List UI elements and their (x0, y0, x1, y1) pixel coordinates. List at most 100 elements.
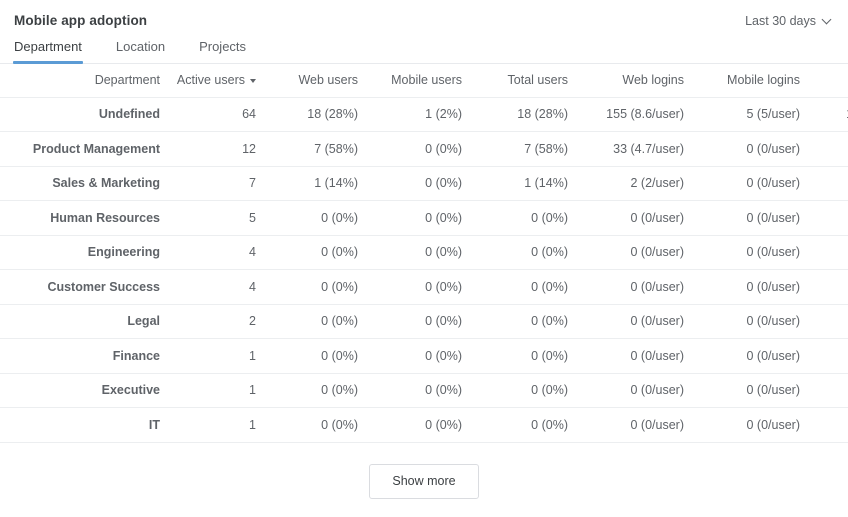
cell-web-users: 18 (28%) (256, 97, 358, 132)
table-row[interactable]: Undefined6418 (28%)1 (2%)18 (28%)155 (8.… (0, 97, 848, 132)
cell-department: Sales & Marketing (0, 166, 160, 201)
cell-web-users: 0 (0%) (256, 304, 358, 339)
cell-web-users: 0 (0%) (256, 408, 358, 443)
cell-active-users: 12 (160, 132, 256, 167)
column-header-mobile-logins[interactable]: Mobile logins (684, 64, 800, 97)
cell-mobile-users: 0 (0%) (358, 408, 462, 443)
cell-mobile-logins: 0 (0/user) (684, 373, 800, 408)
chevron-down-icon (823, 15, 832, 24)
cell-total-users: 0 (0%) (462, 339, 568, 374)
column-header-mobile-users[interactable]: Mobile users (358, 64, 462, 97)
cell-total-logins: 0 (0/user) (800, 270, 848, 305)
column-header-total-users[interactable]: Total users (462, 64, 568, 97)
cell-total-users: 0 (0%) (462, 270, 568, 305)
table-row[interactable]: Human Resources50 (0%)0 (0%)0 (0%)0 (0/u… (0, 201, 848, 236)
table-body: Undefined6418 (28%)1 (2%)18 (28%)155 (8.… (0, 97, 848, 442)
table-row[interactable]: Legal20 (0%)0 (0%)0 (0%)0 (0/user)0 (0/u… (0, 304, 848, 339)
cell-total-users: 1 (14%) (462, 166, 568, 201)
cell-total-logins: 0 (0/user) (800, 235, 848, 270)
cell-department: Undefined (0, 97, 160, 132)
cell-web-users: 7 (58%) (256, 132, 358, 167)
table-row[interactable]: Finance10 (0%)0 (0%)0 (0%)0 (0/user)0 (0… (0, 339, 848, 374)
tab-department[interactable]: Department (14, 39, 82, 63)
cell-total-logins: 33 (4.7/user) (800, 132, 848, 167)
table-row[interactable]: Executive10 (0%)0 (0%)0 (0%)0 (0/user)0 … (0, 373, 848, 408)
cell-total-users: 0 (0%) (462, 304, 568, 339)
card-header: Mobile app adoption Last 30 days (0, 0, 848, 36)
cell-mobile-logins: 0 (0/user) (684, 201, 800, 236)
cell-mobile-users: 1 (2%) (358, 97, 462, 132)
cell-web-logins: 0 (0/user) (568, 373, 684, 408)
cell-total-users: 18 (28%) (462, 97, 568, 132)
cell-total-logins: 0 (0/user) (800, 408, 848, 443)
cell-mobile-logins: 0 (0/user) (684, 304, 800, 339)
cell-department: IT (0, 408, 160, 443)
cell-web-users: 0 (0%) (256, 339, 358, 374)
cell-department: Executive (0, 373, 160, 408)
cell-web-users: 0 (0%) (256, 201, 358, 236)
cell-total-logins: 2 (2/user) (800, 166, 848, 201)
cell-total-users: 0 (0%) (462, 373, 568, 408)
cell-total-users: 0 (0%) (462, 235, 568, 270)
cell-mobile-users: 0 (0%) (358, 373, 462, 408)
cell-total-logins: 0 (0/user) (800, 201, 848, 236)
cell-web-logins: 155 (8.6/user) (568, 97, 684, 132)
cell-total-logins: 0 (0/user) (800, 373, 848, 408)
column-header-active-users-label: Active users (177, 73, 245, 87)
column-header-web-users[interactable]: Web users (256, 64, 358, 97)
date-range-label: Last 30 days (745, 12, 816, 30)
cell-total-users: 7 (58%) (462, 132, 568, 167)
cell-mobile-users: 0 (0%) (358, 270, 462, 305)
cell-mobile-users: 0 (0%) (358, 235, 462, 270)
cell-web-users: 0 (0%) (256, 270, 358, 305)
cell-web-users: 0 (0%) (256, 235, 358, 270)
table-header-row: Department Active users Web users Mobile… (0, 64, 848, 97)
cell-web-logins: 0 (0/user) (568, 339, 684, 374)
column-header-total-logins[interactable]: Total logins (800, 64, 848, 97)
cell-mobile-logins: 0 (0/user) (684, 339, 800, 374)
table-row[interactable]: Product Management127 (58%)0 (0%)7 (58%)… (0, 132, 848, 167)
cell-active-users: 64 (160, 97, 256, 132)
table-row[interactable]: Engineering40 (0%)0 (0%)0 (0%)0 (0/user)… (0, 235, 848, 270)
column-header-department[interactable]: Department (0, 64, 160, 97)
cell-total-logins: 0 (0/user) (800, 304, 848, 339)
cell-active-users: 7 (160, 166, 256, 201)
cell-department: Human Resources (0, 201, 160, 236)
cell-department: Finance (0, 339, 160, 374)
cell-mobile-users: 0 (0%) (358, 166, 462, 201)
cell-mobile-users: 0 (0%) (358, 132, 462, 167)
cell-mobile-logins: 0 (0/user) (684, 132, 800, 167)
adoption-table: Department Active users Web users Mobile… (0, 64, 848, 443)
date-range-picker[interactable]: Last 30 days (745, 12, 832, 30)
cell-mobile-logins: 5 (5/user) (684, 97, 800, 132)
cell-mobile-users: 0 (0%) (358, 201, 462, 236)
table-row[interactable]: IT10 (0%)0 (0%)0 (0%)0 (0/user)0 (0/user… (0, 408, 848, 443)
mobile-app-adoption-card: Mobile app adoption Last 30 days Departm… (0, 0, 848, 517)
cell-web-users: 0 (0%) (256, 373, 358, 408)
column-header-active-users[interactable]: Active users (160, 64, 256, 97)
table-row[interactable]: Sales & Marketing71 (14%)0 (0%)1 (14%)2 … (0, 166, 848, 201)
tab-projects[interactable]: Projects (199, 39, 246, 63)
table-header: Department Active users Web users Mobile… (0, 64, 848, 97)
cell-total-users: 0 (0%) (462, 201, 568, 236)
table-row[interactable]: Customer Success40 (0%)0 (0%)0 (0%)0 (0/… (0, 270, 848, 305)
cell-mobile-logins: 0 (0/user) (684, 408, 800, 443)
cell-web-users: 1 (14%) (256, 166, 358, 201)
cell-web-logins: 0 (0/user) (568, 235, 684, 270)
sort-descending-icon (250, 79, 256, 83)
table-footer: Show more (0, 443, 848, 499)
cell-mobile-logins: 0 (0/user) (684, 270, 800, 305)
tab-location[interactable]: Location (116, 39, 165, 63)
show-more-button[interactable]: Show more (369, 464, 478, 499)
cell-total-logins: 0 (0/user) (800, 339, 848, 374)
cell-active-users: 4 (160, 235, 256, 270)
cell-active-users: 1 (160, 373, 256, 408)
cell-active-users: 5 (160, 201, 256, 236)
cell-department: Legal (0, 304, 160, 339)
column-header-web-logins[interactable]: Web logins (568, 64, 684, 97)
cell-web-logins: 0 (0/user) (568, 270, 684, 305)
cell-total-users: 0 (0%) (462, 408, 568, 443)
cell-web-logins: 2 (2/user) (568, 166, 684, 201)
cell-web-logins: 0 (0/user) (568, 304, 684, 339)
tab-bar: Department Location Projects (0, 36, 848, 64)
